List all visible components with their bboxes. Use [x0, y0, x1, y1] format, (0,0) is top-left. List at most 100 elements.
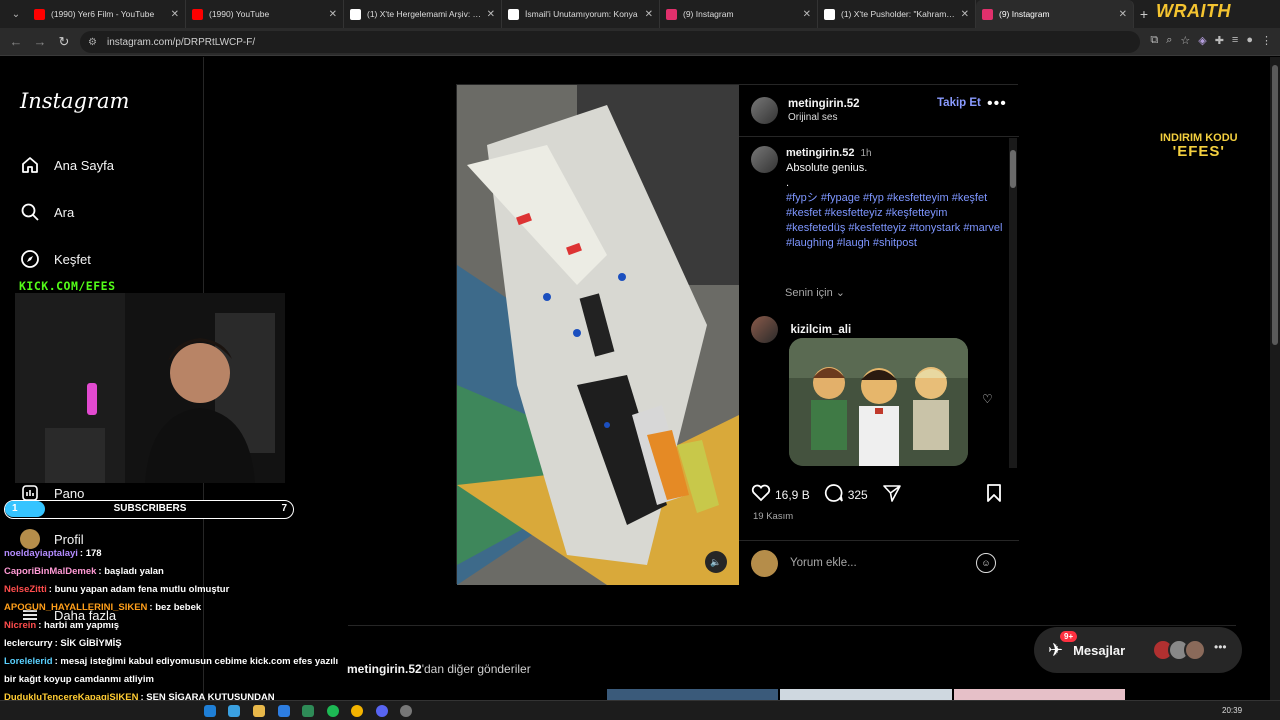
- edge-icon[interactable]: [204, 705, 216, 717]
- save-bookmark-icon[interactable]: [986, 483, 1002, 508]
- url-field[interactable]: ⚙ instagram.com/p/DRPRtLWCP-F/: [80, 31, 1140, 53]
- close-tab-icon[interactable]: ✕: [961, 9, 969, 20]
- messenger-icon: ✈: [1048, 639, 1064, 660]
- author-avatar[interactable]: [751, 97, 778, 124]
- app-icon[interactable]: [400, 705, 412, 717]
- tab-title: (1) X'te Pusholder: "Kahramann: [841, 9, 957, 19]
- more-posts-thumbnails: [607, 689, 1125, 700]
- browser-toolbar-icons: ⧉ ⌕ ☆ ◈ ✚ ≡ ● ⋮: [1150, 34, 1280, 47]
- close-tab-icon[interactable]: ✕: [1119, 9, 1127, 20]
- close-tab-icon[interactable]: ✕: [645, 9, 653, 20]
- close-tab-icon[interactable]: ✕: [171, 9, 179, 20]
- caption-avatar[interactable]: [751, 146, 778, 173]
- subscribers-label: SUBSCRIBERS: [113, 503, 187, 514]
- senin-icin-toggle[interactable]: Senin için ⌄: [785, 286, 845, 299]
- thumbnail[interactable]: [780, 689, 952, 700]
- browser-tab[interactable]: İsmail'i Unutamıyorum: Konya ✕: [502, 0, 660, 28]
- likes-count[interactable]: 16,9 B: [775, 488, 810, 502]
- extension-icon[interactable]: ◈: [1198, 34, 1206, 47]
- post-actions: 16,9 B 325: [751, 483, 906, 506]
- new-tab-button[interactable]: +: [1134, 6, 1154, 22]
- browser-tab[interactable]: (1990) YouTube ✕: [186, 0, 344, 28]
- caption-username[interactable]: metingirin.52: [786, 147, 854, 159]
- x-icon: [824, 8, 835, 20]
- comment-bubble-icon[interactable]: [824, 483, 844, 506]
- more-dots-icon[interactable]: •••: [1214, 640, 1227, 654]
- comment-like-icon[interactable]: ♡: [982, 392, 993, 406]
- reload-icon[interactable]: ↻: [52, 34, 76, 50]
- post-video[interactable]: 🔈: [457, 85, 739, 585]
- app-icon[interactable]: [228, 705, 240, 717]
- more-posts-suffix: 'dan diğer gönderiler: [421, 662, 531, 676]
- chat-text: : harbi am yapmış: [38, 620, 119, 631]
- emoji-icon[interactable]: ☺: [976, 553, 996, 573]
- app-icon[interactable]: [376, 705, 388, 717]
- chat-text: : bunu yapan adam fena mutlu olmuştur: [48, 584, 230, 595]
- zoom-icon[interactable]: ⌕: [1166, 34, 1172, 47]
- commenter-username[interactable]: kizilcim_ali: [790, 324, 851, 336]
- nav-search[interactable]: Ara: [20, 202, 74, 222]
- app-icon[interactable]: [302, 705, 314, 717]
- messages-button[interactable]: ✈ 9+ Mesajlar •••: [1034, 627, 1242, 673]
- browser-tab[interactable]: (9) Instagram ✕: [660, 0, 818, 28]
- media-control-icon[interactable]: ≡: [1232, 34, 1238, 47]
- thumbnail[interactable]: [607, 689, 779, 700]
- browser-menu-icon[interactable]: ⋮: [1261, 34, 1272, 47]
- close-tab-icon[interactable]: ✕: [329, 9, 337, 20]
- comments-section: metingirin.52 1h Absolute genius. . #fypシ…: [739, 138, 1019, 468]
- follow-button[interactable]: Takip Et: [937, 97, 981, 109]
- nav-explore-label: Keşfet: [54, 251, 91, 267]
- forward-icon[interactable]: →: [28, 34, 52, 49]
- chat-message: CaporiBinMalDemek: başladı yalan: [4, 563, 344, 581]
- more-options-icon[interactable]: •••: [987, 95, 1007, 113]
- mute-button[interactable]: 🔈: [705, 551, 727, 573]
- commenter-avatar[interactable]: [751, 316, 778, 343]
- chat-message: leclercurry: SİK GİBİYMİŞ: [4, 635, 344, 653]
- comments-count[interactable]: 325: [848, 488, 868, 502]
- site-settings-icon[interactable]: ⚙: [88, 37, 97, 48]
- folder-icon[interactable]: [253, 705, 265, 717]
- taskbar-clock: 20:39: [1222, 706, 1243, 715]
- thumbnail[interactable]: [953, 689, 1125, 700]
- browser-tab[interactable]: (1990) Yer6 Film - YouTube ✕: [28, 0, 186, 28]
- browser-tab[interactable]: (9) Instagram ✕: [976, 0, 1134, 28]
- url-text: instagram.com/p/DRPRtLWCP-F/: [106, 36, 256, 48]
- close-tab-icon[interactable]: ✕: [487, 9, 495, 20]
- instagram-logo[interactable]: Instagram: [20, 89, 129, 113]
- nav-home[interactable]: Ana Sayfa: [20, 155, 114, 175]
- share-paperplane-icon[interactable]: [882, 483, 902, 506]
- comments-scrollbar[interactable]: [1009, 138, 1017, 468]
- app-icon[interactable]: [278, 705, 290, 717]
- tab-title: (1990) Yer6 Film - YouTube: [51, 9, 155, 19]
- close-tab-icon[interactable]: ✕: [803, 9, 811, 20]
- browser-tab[interactable]: (1) X'te Pusholder: "Kahramann ✕: [818, 0, 976, 28]
- stream-chat-overlay: noeldayiaptalayi: 178 CaporiBinMalDemek: …: [4, 545, 344, 707]
- add-comment-input[interactable]: Yorum ekle...: [790, 557, 857, 569]
- caption-line-2: .: [786, 177, 790, 189]
- senin-icin-label: Senin için: [785, 287, 833, 299]
- author-username[interactable]: metingirin.52: [788, 98, 860, 110]
- nav-explore[interactable]: Keşfet: [20, 249, 91, 269]
- profile-icon[interactable]: ●: [1246, 34, 1253, 47]
- spotify-icon[interactable]: [327, 705, 339, 717]
- chat-message: Nicrein: harbi am yapmış: [4, 617, 344, 635]
- back-icon[interactable]: ←: [4, 34, 28, 49]
- like-heart-icon[interactable]: [751, 484, 771, 505]
- explore-compass-icon: [20, 249, 40, 269]
- webcam-overlay: [15, 293, 285, 483]
- install-app-icon[interactable]: ⧉: [1150, 34, 1158, 47]
- browser-tab[interactable]: (1) X'te Hergelemami Arşiv: "ar ✕: [344, 0, 502, 28]
- extensions-puzzle-icon[interactable]: ✚: [1215, 34, 1224, 47]
- tab-title: (1) X'te Hergelemami Arşiv: "ar: [367, 9, 483, 19]
- chrome-icon[interactable]: [351, 705, 363, 717]
- page-scrollbar[interactable]: [1270, 57, 1280, 700]
- tab-search-chevron-icon[interactable]: ⌄: [4, 4, 28, 24]
- more-posts-username[interactable]: metingirin.52: [347, 662, 422, 676]
- caption-hashtags[interactable]: #fypシ #fypage #fyp #kesfetteyim #keşfet …: [786, 191, 1006, 251]
- audio-label[interactable]: Orijinal ses: [788, 112, 860, 123]
- bookmark-star-icon[interactable]: ☆: [1180, 34, 1190, 47]
- chat-text: : SİK GİBİYMİŞ: [54, 638, 122, 649]
- comment-sticker-image: [789, 338, 968, 466]
- chat-username: Lorelelerid: [4, 656, 53, 667]
- promo-line-2: 'EFES': [1172, 143, 1225, 160]
